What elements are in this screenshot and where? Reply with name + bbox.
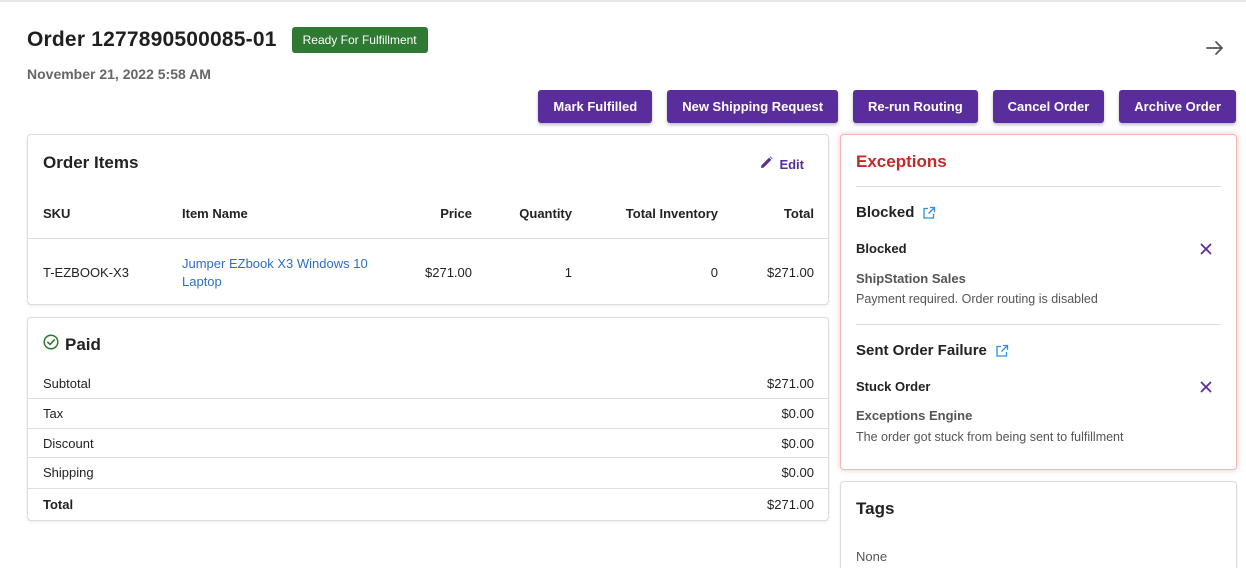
order-header: Order 1277890500085-01 Ready For Fulfill… (27, 27, 428, 82)
pencil-icon (760, 156, 774, 172)
order-items-card: Order Items Edit SKU Item Name Price Qua… (27, 134, 829, 305)
row-sku: T-EZBOOK-X3 (43, 265, 129, 280)
summary-label: Tax (43, 406, 64, 421)
summary-value: $271.00 (767, 375, 814, 391)
summary-label: Subtotal (43, 375, 91, 391)
edit-button[interactable]: Edit (760, 156, 804, 172)
payment-header: Paid (43, 334, 101, 355)
close-icon[interactable] (1198, 379, 1214, 395)
action-toolbar: Mark Fulfilled New Shipping Request Re-r… (538, 90, 1236, 123)
row-quantity: 1 (564, 265, 572, 280)
mark-fulfilled-button[interactable]: Mark Fulfilled (538, 90, 653, 123)
divider (856, 324, 1221, 325)
row-total-inventory: 0 (710, 265, 718, 280)
summary-value: $271.00 (767, 497, 814, 512)
summary-row-discount: Discount $0.00 (28, 428, 828, 458)
exception-name: Stuck Order (856, 379, 931, 394)
exception-source: Exceptions Engine (856, 408, 973, 423)
exceptions-title: Exceptions (856, 152, 947, 171)
exception-source: ShipStation Sales (856, 271, 966, 286)
summary-row-tax: Tax $0.00 (28, 398, 828, 428)
exception-message: Payment required. Order routing is disab… (856, 292, 1098, 306)
summary-value: $0.00 (781, 406, 814, 421)
summary-label: Shipping (43, 465, 94, 480)
new-shipping-request-button[interactable]: New Shipping Request (667, 90, 839, 123)
column-header-sku: SKU (43, 206, 71, 221)
tags-card: Tags None (840, 481, 1237, 568)
page-title: Order 1277890500085-01 (27, 28, 277, 51)
external-link-icon[interactable] (995, 344, 1009, 358)
cancel-order-button[interactable]: Cancel Order (992, 90, 1105, 123)
close-icon[interactable] (1198, 241, 1214, 257)
payment-card: Paid Subtotal $271.00 Tax $0.00 Discount… (27, 317, 829, 521)
row-total: $271.00 (767, 265, 814, 280)
column-header-price: Price (440, 206, 472, 221)
title-row: Order 1277890500085-01 Ready For Fulfill… (27, 27, 428, 53)
payment-status: Paid (65, 334, 101, 354)
summary-row-subtotal: Subtotal $271.00 (28, 368, 828, 398)
exception-message: The order got stuck from being sent to f… (856, 430, 1124, 444)
tags-title: Tags (856, 499, 895, 518)
column-header-total-inventory: Total Inventory (625, 206, 718, 221)
summary-row-total: Total $271.00 (28, 488, 828, 520)
external-link-icon[interactable] (922, 206, 936, 220)
archive-order-button[interactable]: Archive Order (1119, 90, 1236, 123)
exception-group-name: Sent Order Failure (856, 342, 987, 359)
row-price: $271.00 (425, 265, 472, 280)
order-date: November 21, 2022 5:58 AM (27, 66, 211, 82)
table-divider (28, 238, 828, 239)
summary-label: Discount (43, 436, 94, 451)
exception-group-sent-order-failure: Sent Order Failure (856, 342, 1009, 359)
exception-name: Blocked (856, 241, 907, 256)
exception-group-name: Blocked (856, 204, 915, 221)
arrow-right-icon[interactable] (1204, 37, 1226, 59)
summary-row-shipping: Shipping $0.00 (28, 457, 828, 487)
column-header-quantity: Quantity (519, 206, 572, 221)
item-name-link[interactable]: Jumper EZbook X3 Windows 10 Laptop (182, 255, 382, 291)
summary-value: $0.00 (781, 436, 814, 451)
summary-label: Total (43, 497, 74, 512)
divider (856, 186, 1221, 187)
exception-group-blocked: Blocked (856, 204, 936, 221)
edit-label: Edit (779, 156, 804, 172)
summary-value: $0.00 (781, 465, 814, 480)
status-badge: Ready For Fulfillment (291, 27, 428, 53)
exceptions-card: Exceptions Blocked Blocked ShipStation S… (840, 134, 1237, 470)
top-divider (0, 0, 1246, 2)
check-circle-icon (43, 334, 59, 355)
order-items-title: Order Items (43, 153, 139, 172)
tags-value: None (856, 549, 888, 564)
column-header-total: Total (783, 206, 814, 221)
rerun-routing-button[interactable]: Re-run Routing (853, 90, 978, 123)
column-header-item-name: Item Name (182, 206, 248, 221)
